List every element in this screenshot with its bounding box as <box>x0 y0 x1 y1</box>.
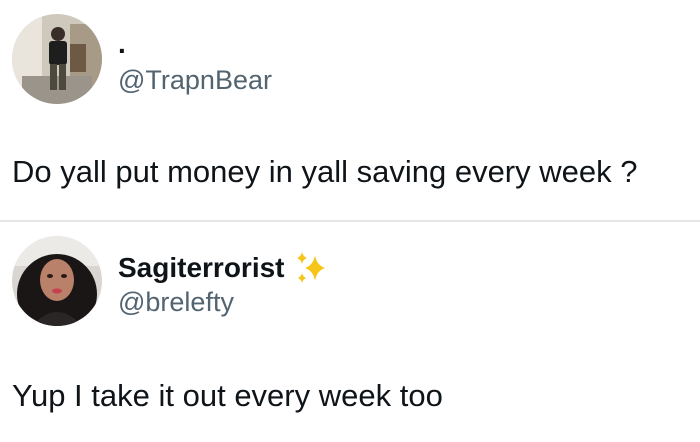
display-name[interactable]: . <box>118 24 126 64</box>
display-name[interactable]: Sagiterrorist <box>118 248 285 288</box>
author-name-row: Sagiterrorist <box>118 248 331 288</box>
author-name-row: . <box>118 24 126 64</box>
sparkles-icon <box>296 252 325 283</box>
avatar-photo <box>12 236 102 326</box>
tweet-text: Yup I take it out every week too <box>12 378 443 413</box>
tweet-reply[interactable]: Sagiterrorist @brelefty Yup I take it ou… <box>0 222 700 442</box>
avatar-photo <box>12 14 102 104</box>
tweet-original[interactable]: . @TrapnBear Do yall put money in yall s… <box>0 0 700 220</box>
avatar[interactable] <box>12 236 102 326</box>
tweet-text: Do yall put money in yall saving every w… <box>12 154 638 189</box>
avatar[interactable] <box>12 14 102 104</box>
user-handle[interactable]: @brelefty <box>118 284 234 320</box>
user-handle[interactable]: @TrapnBear <box>118 62 272 98</box>
